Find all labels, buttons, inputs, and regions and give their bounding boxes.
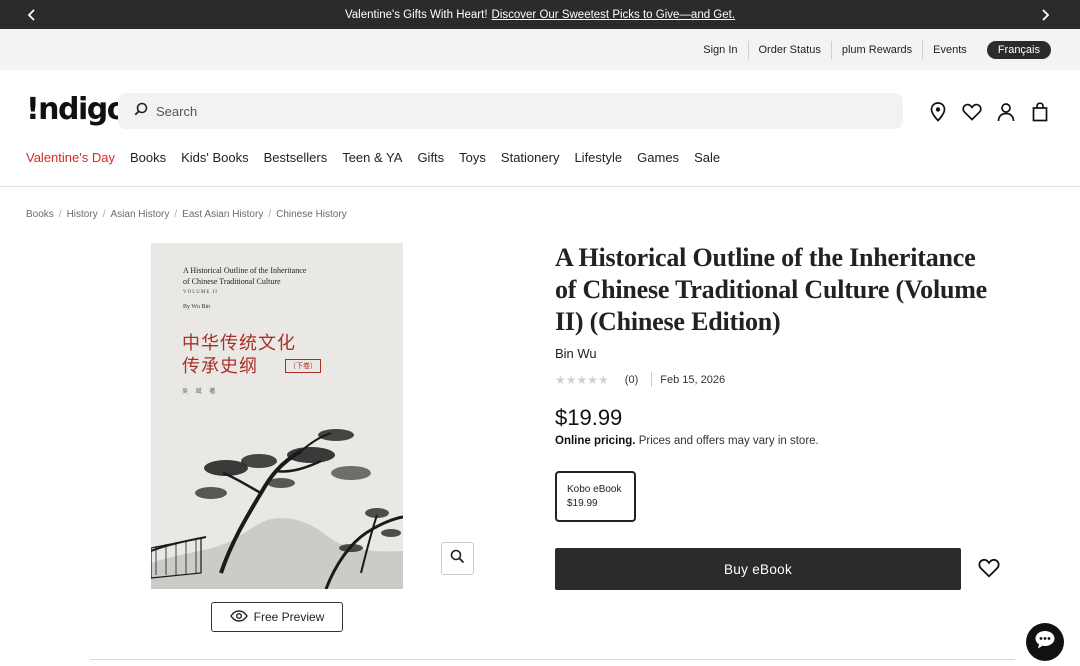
breadcrumb-item[interactable]: History <box>67 209 98 220</box>
book-cover-image: A Historical Outline of the Inheritance … <box>151 243 403 589</box>
indigo-logo[interactable]: !ndigo <box>26 92 127 127</box>
release-date: Feb 15, 2026 <box>660 373 726 386</box>
cover-volume: VOLUME II <box>183 290 218 295</box>
rating-row: ★★★★★ (0) Feb 15, 2026 <box>555 372 725 387</box>
nav-item-teen-ya[interactable]: Teen & YA <box>342 150 402 165</box>
header-icons <box>928 100 1050 124</box>
nav-item-sale[interactable]: Sale <box>694 150 720 165</box>
format-name: Kobo eBook <box>567 484 622 495</box>
cover-ink-painting <box>151 429 403 589</box>
heart-icon[interactable] <box>962 100 982 124</box>
pricing-note-text: Prices and offers may vary in store. <box>638 435 819 447</box>
format-option-kobo-ebook[interactable]: Kobo eBook $19.99 <box>555 471 636 522</box>
nav-item-gifts[interactable]: Gifts <box>417 150 444 165</box>
plum-rewards-link[interactable]: plum Rewards <box>830 40 922 59</box>
chevron-left-icon[interactable] <box>17 0 47 29</box>
nav-item-toys[interactable]: Toys <box>459 150 486 165</box>
chevron-right-icon[interactable] <box>1030 0 1060 29</box>
breadcrumb-item[interactable]: Asian History <box>110 209 169 220</box>
promo-message: Valentine's Gifts With Heart! Discover O… <box>345 9 735 21</box>
breadcrumb: Books / History / Asian History / East Asia… <box>26 209 347 220</box>
magnifier-icon <box>450 549 465 569</box>
product-price: $19.99 <box>555 405 623 430</box>
rating-divider <box>651 372 653 387</box>
nav-item-lifestyle[interactable]: Lifestyle <box>574 150 622 165</box>
breadcrumb-separator: / <box>268 209 272 220</box>
rating-stars[interactable]: ★★★★★ <box>555 373 609 387</box>
zoom-button[interactable] <box>441 542 474 575</box>
cover-title-line: of Chinese Traditional Culture <box>183 277 281 286</box>
location-icon[interactable] <box>928 100 948 124</box>
pricing-note-bold: Online pricing. <box>555 435 636 447</box>
cover-title: A Historical Outline of the Inheritance … <box>183 265 373 287</box>
product-author[interactable]: Bin Wu <box>555 346 597 361</box>
breadcrumb-separator: / <box>102 209 106 220</box>
cover-author: By Wu Bin <box>183 304 210 310</box>
cover-title-line: A Historical Outline of the Inheritance <box>183 266 307 275</box>
cover-chinese-author: 吴 斌 著 <box>182 389 219 395</box>
buy-ebook-button[interactable]: Buy eBook <box>555 548 961 590</box>
cover-chinese-volume: （下卷） <box>285 359 321 373</box>
breadcrumb-separator: / <box>174 209 178 220</box>
nav-item-stationery[interactable]: Stationery <box>501 150 560 165</box>
search-bar[interactable] <box>118 93 903 129</box>
pricing-note: Online pricing. Prices and offers may va… <box>555 435 819 447</box>
language-toggle-button[interactable]: Français <box>986 40 1051 59</box>
utility-bar: Sign In Order Status plum Rewards Events… <box>0 29 1080 70</box>
eye-icon <box>229 609 248 625</box>
search-icon <box>134 102 148 121</box>
chat-button[interactable] <box>1026 623 1064 661</box>
search-input[interactable] <box>156 103 856 119</box>
breadcrumb-separator: / <box>58 209 62 220</box>
breadcrumb-item[interactable]: Books <box>26 209 54 220</box>
nav-item-valentines-day[interactable]: Valentine's Day <box>26 150 115 165</box>
sign-in-link[interactable]: Sign In <box>693 41 747 59</box>
wishlist-heart-icon[interactable] <box>978 558 1000 580</box>
account-icon[interactable] <box>996 100 1016 124</box>
promo-text: Valentine's Gifts With Heart! <box>344 8 488 21</box>
bag-icon[interactable] <box>1030 100 1050 124</box>
nav-item-kids-books[interactable]: Kids' Books <box>181 150 249 165</box>
events-link[interactable]: Events <box>922 40 977 59</box>
section-divider <box>90 659 1015 660</box>
promo-link[interactable]: Discover Our Sweetest Picks to Give—and … <box>492 9 736 21</box>
nav-item-bestsellers[interactable]: Bestsellers <box>264 150 328 165</box>
rating-count[interactable]: (0) <box>625 374 638 386</box>
order-status-link[interactable]: Order Status <box>747 40 831 59</box>
chat-bubble-icon <box>1034 630 1056 655</box>
main-nav: Valentine's Day Books Kids' Books Bestse… <box>26 150 720 165</box>
buy-ebook-label: Buy eBook <box>724 561 792 577</box>
header-divider <box>0 186 1080 187</box>
free-preview-label: Free Preview <box>253 610 325 624</box>
breadcrumb-item[interactable]: East Asian History <box>182 209 263 220</box>
cover-chinese-title: 传承史纲 <box>182 356 258 377</box>
breadcrumb-item[interactable]: Chinese History <box>276 209 347 220</box>
product-title: A Historical Outline of the Inheritance … <box>555 243 988 336</box>
nav-item-games[interactable]: Games <box>637 150 679 165</box>
free-preview-button[interactable]: Free Preview <box>211 602 343 632</box>
promo-bar: Valentine's Gifts With Heart! Discover O… <box>0 0 1080 29</box>
nav-item-books[interactable]: Books <box>130 150 166 165</box>
format-price: $19.99 <box>567 498 598 509</box>
